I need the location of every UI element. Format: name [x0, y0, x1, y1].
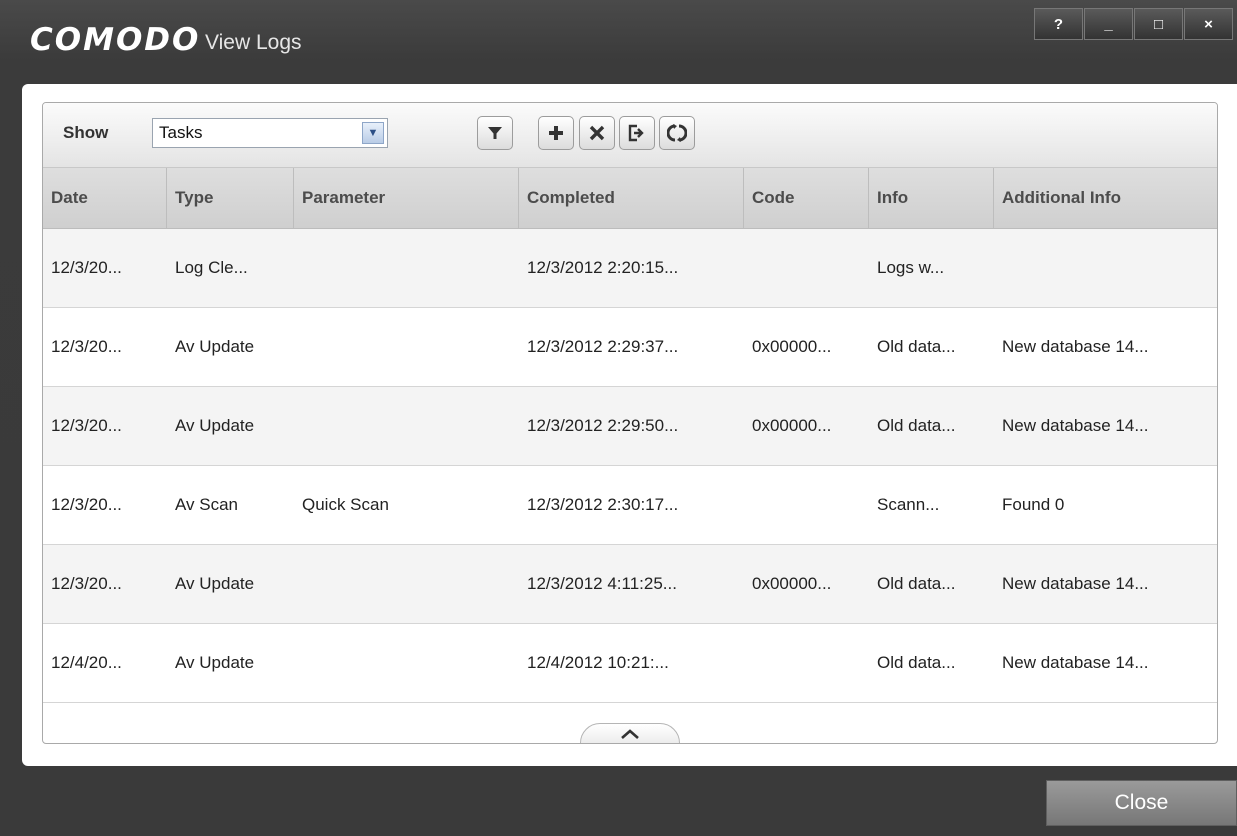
table-row[interactable]: 12/4/20... Av Update 12/4/2012 10:21:...… — [43, 624, 1217, 703]
log-table: Show Tasks ▼ Date Type Parameter Complet… — [42, 102, 1218, 744]
cell-type: Av Update — [175, 574, 255, 593]
cell-type: Av Scan — [175, 495, 239, 514]
table-row[interactable]: 12/3/20... Av Scan Quick Scan 12/3/2012 … — [43, 466, 1217, 545]
filter-icon — [488, 127, 502, 139]
view-logs-window: COMODO View Logs ? _ □ × Show Tasks ▼ Da… — [0, 0, 1237, 836]
help-button[interactable]: ? — [1034, 8, 1083, 40]
column-header-additional-info[interactable]: Additional Info — [994, 168, 1217, 228]
cell-info: Logs w... — [877, 258, 945, 277]
column-header-completed[interactable]: Completed — [519, 168, 744, 228]
add-button[interactable] — [538, 116, 574, 150]
column-header-info[interactable]: Info — [869, 168, 994, 228]
column-header-date[interactable]: Date — [43, 168, 167, 228]
window-controls: ? _ □ × — [1034, 8, 1234, 42]
cell-info: Old data... — [877, 574, 956, 593]
cell-type: Av Update — [175, 337, 255, 356]
cell-info: Old data... — [877, 653, 956, 672]
cell-completed: 12/3/2012 4:11:25... — [527, 574, 677, 593]
cell-additional-info: New database 14... — [1002, 337, 1149, 356]
content-panel: Show Tasks ▼ Date Type Parameter Complet… — [22, 84, 1237, 766]
table-row[interactable]: 12/3/20... Log Cle... 12/3/2012 2:20:15.… — [43, 229, 1217, 308]
refresh-icon — [667, 124, 687, 142]
cell-completed: 12/3/2012 2:29:50... — [527, 416, 679, 435]
cell-code — [744, 229, 869, 307]
column-header-parameter[interactable]: Parameter — [294, 168, 519, 228]
close-window-button[interactable]: × — [1184, 8, 1233, 40]
show-label: Show — [63, 123, 109, 142]
chevron-down-icon[interactable]: ▼ — [362, 122, 384, 144]
cell-date: 12/3/20... — [51, 337, 122, 356]
title-bar[interactable]: COMODO View Logs ? _ □ × — [0, 0, 1237, 80]
column-header-type[interactable]: Type — [167, 168, 294, 228]
refresh-button[interactable] — [659, 116, 695, 150]
maximize-button[interactable]: □ — [1134, 8, 1183, 40]
cell-date: 12/3/20... — [51, 258, 122, 277]
cell-additional-info — [994, 229, 1217, 307]
export-button[interactable] — [619, 116, 655, 150]
cell-code: 0x00000... — [752, 337, 832, 356]
toolbar: Show Tasks ▼ — [43, 103, 1217, 168]
cell-additional-info: New database 14... — [1002, 574, 1149, 593]
show-select[interactable]: Tasks ▼ — [152, 118, 388, 148]
show-select-value: Tasks — [159, 123, 203, 142]
delete-button[interactable] — [579, 116, 615, 150]
close-button[interactable]: Close — [1046, 780, 1237, 826]
cell-code — [744, 466, 869, 544]
cell-date: 12/4/20... — [51, 653, 122, 672]
cell-code: 0x00000... — [752, 574, 832, 593]
cell-additional-info: Found 0 — [1002, 495, 1065, 514]
cell-completed: 12/4/2012 10:21:... — [527, 653, 669, 672]
cell-type: Av Update — [175, 416, 255, 435]
cell-parameter — [294, 624, 519, 702]
comodo-logo: COMODO — [30, 22, 201, 58]
table-row[interactable]: 12/3/20... Av Update 12/3/2012 2:29:50..… — [43, 387, 1217, 466]
cell-parameter: Quick Scan — [302, 495, 389, 514]
cell-parameter — [294, 308, 519, 386]
cell-code — [744, 624, 869, 702]
filter-button[interactable] — [477, 116, 513, 150]
add-icon — [549, 126, 563, 140]
cell-info: Old data... — [877, 416, 956, 435]
cell-date: 12/3/20... — [51, 574, 122, 593]
table-row[interactable]: 12/3/20... Av Update 12/3/2012 2:29:37..… — [43, 308, 1217, 387]
cell-code: 0x00000... — [752, 416, 832, 435]
window-title: View Logs — [205, 31, 302, 54]
cell-info: Scann... — [877, 495, 940, 514]
cell-additional-info: New database 14... — [1002, 416, 1149, 435]
column-header-code[interactable]: Code — [744, 168, 869, 228]
cell-parameter — [294, 387, 519, 465]
delete-icon — [589, 125, 605, 141]
cell-type: Av Update — [175, 653, 255, 672]
export-icon — [628, 124, 644, 142]
cell-date: 12/3/20... — [51, 416, 122, 435]
cell-type: Log Cle... — [175, 258, 248, 277]
minimize-button[interactable]: _ — [1084, 8, 1133, 40]
cell-parameter — [294, 545, 519, 623]
cell-parameter — [294, 229, 519, 307]
cell-additional-info: New database 14... — [1002, 653, 1149, 672]
chevron-up-icon — [621, 729, 639, 739]
table-row[interactable]: 12/3/20... Av Update 12/3/2012 4:11:25..… — [43, 545, 1217, 624]
cell-completed: 12/3/2012 2:30:17... — [527, 495, 679, 514]
cell-info: Old data... — [877, 337, 956, 356]
cell-completed: 12/3/2012 2:29:37... — [527, 337, 679, 356]
column-header-row: Date Type Parameter Completed Code Info … — [43, 168, 1217, 229]
cell-completed: 12/3/2012 2:20:15... — [527, 258, 679, 277]
cell-date: 12/3/20... — [51, 495, 122, 514]
collapse-toggle[interactable] — [580, 723, 680, 743]
